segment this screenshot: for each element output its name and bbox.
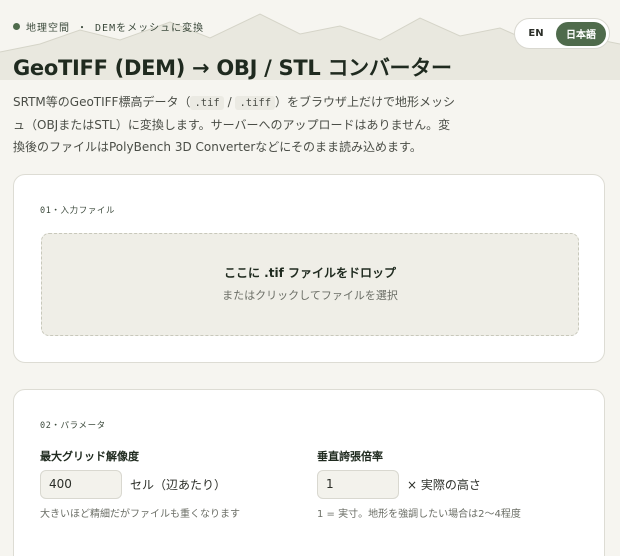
grid-resolution-param: 最大グリッド解像度 400 セル（辺あたり） 大きいほど精細だがファイルも重くな… bbox=[40, 448, 240, 520]
intro-code-tiff: .tiff bbox=[235, 96, 276, 110]
language-toggle: EN 日本語 bbox=[514, 18, 610, 49]
grid-resolution-label: 最大グリッド解像度 bbox=[40, 450, 139, 463]
input-file-card: 01・入力ファイル ここに .tif ファイルをドロップ またはクリックしてファ… bbox=[13, 174, 605, 363]
breadcrumb-text: 地理空間 ・ DEMをメッシュに変換 bbox=[26, 23, 205, 34]
input-file-section-label: 01・入力ファイル bbox=[40, 206, 116, 216]
parameters-card: 02・パラメータ 最大グリッド解像度 400 セル（辺あたり） 大きいほど精細だ… bbox=[13, 389, 605, 556]
dropzone-subtitle: またはクリックしてファイルを選択 bbox=[222, 289, 398, 302]
intro-code-tif: .tif bbox=[190, 96, 224, 110]
parameters-section-label: 02・パラメータ bbox=[40, 421, 106, 431]
vertical-exaggeration-label: 垂直誇張倍率 bbox=[317, 450, 383, 463]
file-dropzone[interactable]: ここに .tif ファイルをドロップ またはクリックしてファイルを選択 bbox=[41, 233, 579, 336]
status-dot-icon bbox=[13, 23, 20, 30]
vertical-exaggeration-hint: 1 = 実寸。地形を強調したい場合は2〜4程度 bbox=[317, 509, 521, 520]
dropzone-title: ここに .tif ファイルをドロップ bbox=[224, 266, 396, 280]
language-ja-button[interactable]: 日本語 bbox=[556, 21, 606, 46]
vertical-exaggeration-param: 垂直誇張倍率 1 × 実際の高さ 1 = 実寸。地形を強調したい場合は2〜4程度 bbox=[317, 448, 521, 520]
page-title: GeoTIFF (DEM) → OBJ / STL コンバーター bbox=[13, 56, 452, 80]
vertical-exaggeration-input[interactable]: 1 bbox=[317, 470, 399, 499]
grid-resolution-hint: 大きいほど精細だがファイルも重くなります bbox=[40, 509, 240, 520]
language-en-button[interactable]: EN bbox=[518, 22, 554, 46]
intro-paragraph: SRTM等のGeoTIFF標高データ（ .tif / .tiff ）をブラウザ上だけ… bbox=[13, 91, 461, 158]
grid-resolution-input[interactable]: 400 bbox=[40, 470, 122, 499]
intro-text-1: SRTM等のGeoTIFF標高データ（ bbox=[13, 95, 191, 109]
grid-resolution-unit: セル（辺あたり） bbox=[130, 478, 227, 492]
intro-separator: / bbox=[223, 95, 236, 109]
vertical-exaggeration-unit: × 実際の高さ bbox=[407, 478, 481, 492]
header-breadcrumb: 地理空間 ・ DEMをメッシュに変換 bbox=[13, 19, 204, 34]
